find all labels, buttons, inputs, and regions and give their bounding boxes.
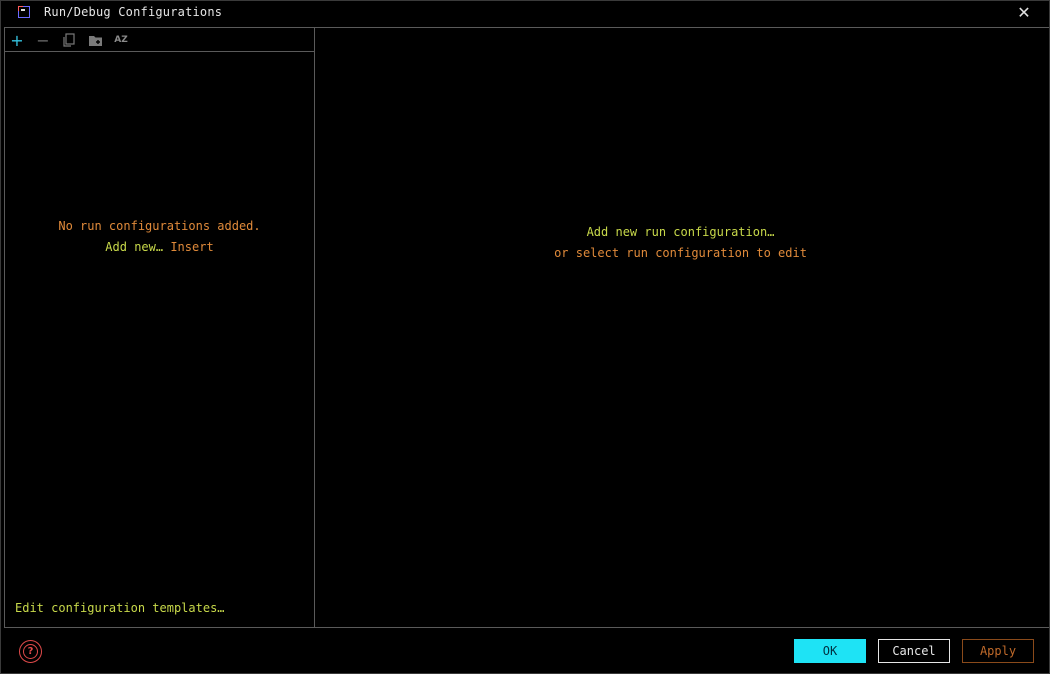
configurations-toolbar: + − AZ bbox=[5, 28, 314, 52]
add-configuration-button[interactable]: + bbox=[8, 30, 26, 50]
select-configuration-hint: or select run configuration to edit bbox=[554, 246, 807, 260]
sort-alphabetically-button[interactable]: AZ bbox=[112, 31, 130, 49]
window-title: Run/Debug Configurations bbox=[44, 5, 223, 19]
create-folder-button[interactable] bbox=[86, 31, 104, 49]
copy-configuration-button[interactable] bbox=[60, 31, 78, 49]
remove-configuration-button[interactable]: − bbox=[34, 30, 52, 50]
run-debug-configurations-dialog: Run/Debug Configurations ✕ + − AZ No run… bbox=[0, 0, 1050, 674]
edit-configuration-templates-link[interactable]: Edit configuration templates… bbox=[15, 601, 225, 615]
close-button[interactable]: ✕ bbox=[1014, 3, 1034, 23]
title-bar: Run/Debug Configurations ✕ bbox=[1, 1, 1049, 25]
ok-button[interactable]: OK bbox=[794, 639, 866, 663]
app-icon bbox=[18, 6, 30, 18]
add-new-hint: Add new… Insert bbox=[5, 240, 314, 254]
apply-button[interactable]: Apply bbox=[962, 639, 1034, 663]
folder-icon bbox=[88, 35, 102, 46]
empty-list-message: No run configurations added. bbox=[58, 219, 261, 233]
sort-az-icon: AZ bbox=[114, 35, 128, 45]
configuration-detail-pane: Add new run configuration… or select run… bbox=[314, 27, 1049, 628]
configurations-list-pane: + − AZ No run configurations added. Add … bbox=[4, 27, 315, 628]
add-new-shortcut: Insert bbox=[170, 240, 214, 254]
cancel-button[interactable]: Cancel bbox=[878, 639, 950, 663]
add-new-run-configuration-link[interactable]: Add new run configuration… bbox=[314, 225, 1047, 239]
help-button[interactable]: ? bbox=[19, 640, 42, 663]
add-new-link[interactable]: Add new… bbox=[105, 240, 163, 254]
minus-icon: − bbox=[36, 30, 50, 50]
question-icon: ? bbox=[23, 644, 38, 659]
plus-icon: + bbox=[10, 30, 24, 50]
copy-icon bbox=[63, 33, 75, 47]
